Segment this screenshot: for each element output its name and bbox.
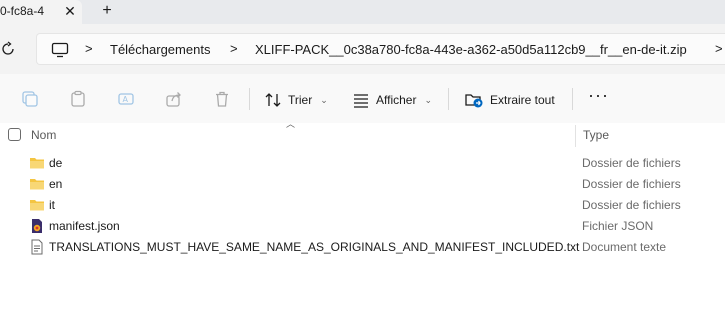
sort-button[interactable]: Trier ⌄: [264, 87, 328, 113]
file-type: Dossier de fichiers: [582, 156, 681, 170]
extract-all-label: Extraire tout: [490, 93, 555, 107]
breadcrumb-separator[interactable]: >: [715, 41, 723, 56]
close-tab-icon[interactable]: ✕: [63, 3, 77, 19]
column-header-row: ︿ Nom Type: [0, 119, 725, 147]
chevron-down-icon: ⌄: [424, 94, 433, 105]
rename-icon[interactable]: A: [117, 90, 135, 108]
sort-icon: [265, 93, 281, 107]
breadcrumb-separator[interactable]: >: [85, 41, 93, 56]
refresh-icon[interactable]: [0, 41, 16, 57]
list-item[interactable]: de Dossier de fichiers: [0, 153, 725, 174]
extract-icon: [465, 94, 483, 108]
sort-label: Trier: [288, 93, 313, 107]
file-type: Fichier JSON: [582, 219, 654, 233]
command-bar: A Trier ⌄ Afficher ⌄ Extraire tout ···: [0, 74, 725, 124]
view-button[interactable]: Afficher ⌄: [352, 87, 432, 113]
toolbar-divider: [249, 88, 250, 110]
file-name: TRANSLATIONS_MUST_HAVE_SAME_NAME_AS_ORIG…: [49, 240, 580, 254]
breadcrumb-separator[interactable]: >: [230, 41, 238, 56]
extract-all-button[interactable]: Extraire tout: [464, 87, 555, 113]
select-all-checkbox[interactable]: [8, 128, 21, 141]
address-row: > Téléchargements > XLIFF-PACK__0c38a780…: [0, 24, 725, 74]
view-list-icon: [354, 94, 368, 108]
file-type: Document texte: [582, 240, 667, 254]
tab-title: 0-fc8a-4: [0, 4, 45, 18]
toolbar-divider: [448, 88, 449, 110]
view-label: Afficher: [376, 93, 417, 107]
folder-icon: [30, 200, 44, 211]
toolbar-divider: [572, 88, 573, 110]
file-name: en: [49, 177, 63, 191]
paste-icon[interactable]: [69, 90, 87, 108]
file-type: Dossier de fichiers: [582, 177, 681, 191]
breadcrumb-downloads[interactable]: Téléchargements: [110, 42, 210, 57]
file-name: it: [49, 198, 55, 212]
file-name: de: [49, 156, 63, 170]
computer-icon[interactable]: [51, 42, 69, 58]
breadcrumb-archive[interactable]: XLIFF-PACK__0c38a780-fc8a-443e-a362-a50d…: [255, 42, 687, 57]
chevron-down-icon: ⌄: [320, 94, 328, 105]
file-type: Dossier de fichiers: [582, 198, 681, 212]
share-icon[interactable]: [165, 90, 183, 108]
list-item[interactable]: manifest.json Fichier JSON: [0, 216, 725, 237]
json-file-icon: [32, 219, 42, 233]
text-file-icon: [31, 239, 43, 255]
list-item[interactable]: it Dossier de fichiers: [0, 195, 725, 216]
more-options-icon[interactable]: ···: [588, 86, 608, 108]
list-item[interactable]: TRANSLATIONS_MUST_HAVE_SAME_NAME_AS_ORIG…: [0, 237, 725, 258]
new-tab-icon[interactable]: +: [99, 2, 115, 20]
list-item[interactable]: en Dossier de fichiers: [0, 174, 725, 195]
address-bar[interactable]: > Téléchargements > XLIFF-PACK__0c38a780…: [36, 33, 725, 65]
tab-strip: 0-fc8a-4 ✕ +: [0, 0, 725, 24]
folder-icon: [30, 179, 44, 190]
delete-icon[interactable]: [213, 90, 231, 108]
column-header-name[interactable]: Nom: [31, 128, 56, 142]
column-header-type[interactable]: Type: [583, 128, 609, 142]
folder-icon: [30, 158, 44, 169]
tab-current[interactable]: 0-fc8a-4 ✕: [0, 0, 82, 24]
new-item-icon[interactable]: [21, 90, 39, 108]
file-name: manifest.json: [49, 219, 120, 233]
svg-text:A: A: [123, 95, 129, 104]
sort-ascending-icon: ︿: [286, 119, 296, 129]
column-divider[interactable]: [575, 125, 576, 147]
